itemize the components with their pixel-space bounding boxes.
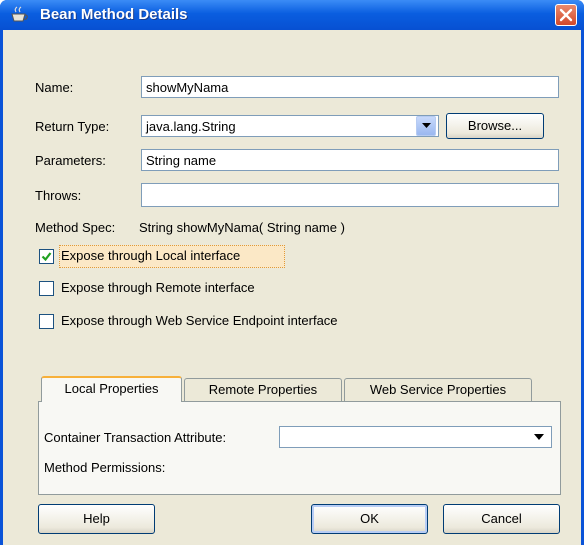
- return-type-combo[interactable]: java.lang.String: [141, 115, 439, 137]
- close-icon: [559, 8, 573, 22]
- name-field[interactable]: showMyNama: [141, 76, 559, 98]
- name-label: Name:: [35, 80, 74, 95]
- throws-field[interactable]: [141, 183, 559, 207]
- container-transaction-label: Container Transaction Attribute:: [44, 430, 227, 445]
- tab-local-properties[interactable]: Local Properties: [41, 376, 182, 402]
- checkmark-icon: [41, 252, 52, 262]
- close-button[interactable]: [555, 4, 577, 26]
- dialog-window: Bean Method Details Name: showMyNama Ret…: [0, 0, 584, 545]
- return-type-label: Return Type:: [35, 119, 110, 134]
- chevron-down-icon: [422, 123, 431, 128]
- browse-button[interactable]: Browse...: [446, 113, 544, 139]
- local-interface-checkbox[interactable]: [39, 249, 54, 264]
- throws-label: Throws:: [35, 188, 82, 203]
- bean-icon: [11, 6, 28, 22]
- chevron-down-icon[interactable]: [534, 434, 544, 440]
- local-interface-label[interactable]: Expose through Local interface: [61, 248, 240, 263]
- remote-interface-label[interactable]: Expose through Remote interface: [61, 280, 255, 295]
- return-type-dropdown-button[interactable]: [416, 116, 436, 136]
- remote-interface-checkbox[interactable]: [39, 281, 54, 296]
- method-spec-label: Method Spec:: [35, 220, 116, 235]
- return-type-value: java.lang.String: [146, 119, 236, 134]
- web-service-interface-checkbox[interactable]: [39, 314, 54, 329]
- ok-button[interactable]: OK: [311, 504, 428, 534]
- tab-remote-properties[interactable]: Remote Properties: [184, 378, 342, 402]
- title-bar[interactable]: Bean Method Details: [0, 0, 584, 30]
- help-button[interactable]: Help: [38, 504, 155, 534]
- local-properties-panel: Container Transaction Attribute: Method …: [38, 401, 561, 495]
- cancel-button[interactable]: Cancel: [443, 504, 560, 534]
- dialog-body: Name: showMyNama Return Type: java.lang.…: [3, 30, 581, 545]
- container-transaction-combo[interactable]: [279, 426, 552, 448]
- parameters-label: Parameters:: [35, 153, 106, 168]
- parameters-field[interactable]: String name: [141, 149, 559, 171]
- web-service-interface-label[interactable]: Expose through Web Service Endpoint inte…: [61, 313, 338, 328]
- method-permissions-label: Method Permissions:: [44, 460, 166, 475]
- tab-web-service-properties[interactable]: Web Service Properties: [344, 378, 532, 402]
- method-spec-value: String showMyNama( String name ): [139, 220, 345, 235]
- window-title: Bean Method Details: [40, 6, 188, 23]
